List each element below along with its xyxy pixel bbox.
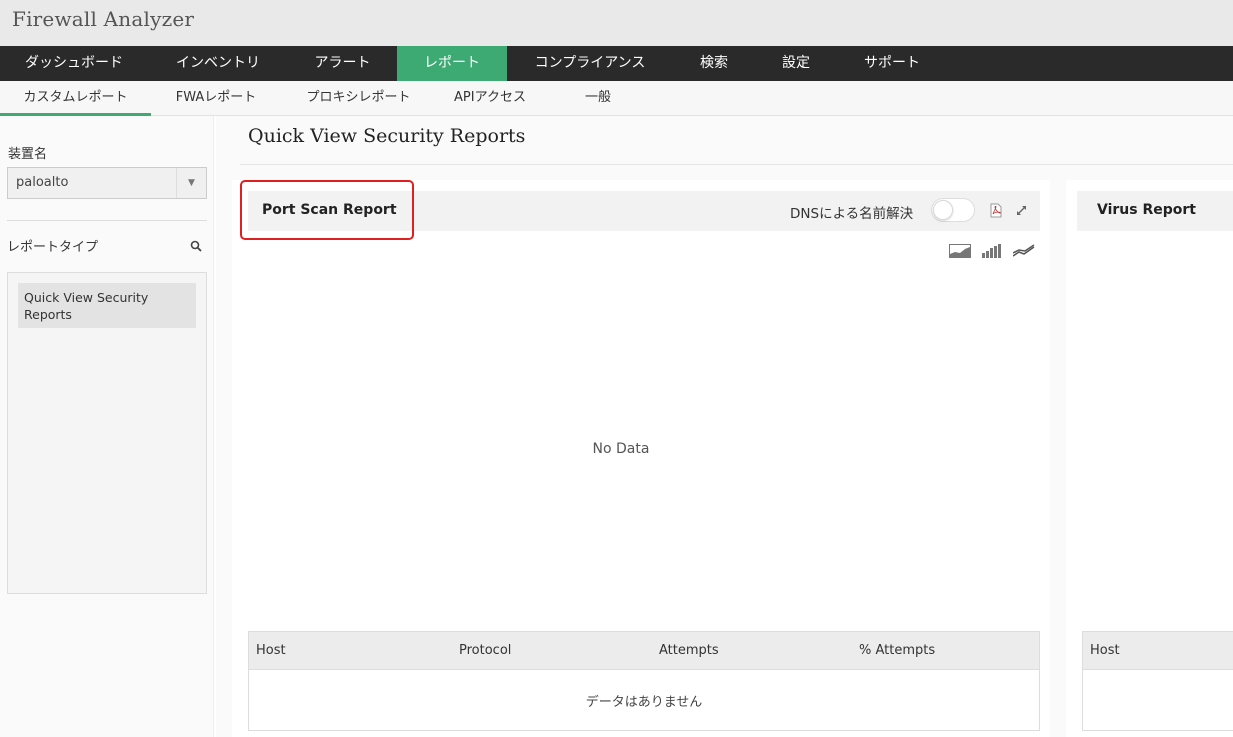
no-data-text: No Data <box>592 441 650 457</box>
column-protocol[interactable]: Protocol <box>459 643 511 658</box>
nav-search[interactable]: 検索 <box>673 46 755 81</box>
nav-settings[interactable]: 設定 <box>755 46 837 81</box>
area-chart-icon[interactable] <box>949 244 971 258</box>
table-header: Host Protocol Attempts % Attempts <box>249 632 1039 670</box>
nav-dashboard[interactable]: ダッシュボード <box>0 46 148 81</box>
search-icon[interactable] <box>190 240 202 252</box>
device-select-value: paloalto <box>16 175 69 190</box>
highlight-box <box>240 180 414 240</box>
divider <box>240 164 1233 165</box>
main-content: Quick View Security Reports Port Scan Re… <box>216 116 1233 737</box>
column-host[interactable]: Host <box>1090 643 1120 658</box>
toggle-knob <box>933 200 953 220</box>
report-list-item[interactable]: Quick View Security Reports <box>18 283 196 328</box>
line-chart-icon[interactable] <box>1013 244 1035 258</box>
subnav-general[interactable]: 一般 <box>544 81 652 116</box>
nav-alerts[interactable]: アラート <box>288 46 397 81</box>
port-scan-table: Host Protocol Attempts % Attempts データはあり… <box>248 631 1040 731</box>
device-label: 装置名 <box>8 147 48 162</box>
device-select[interactable]: paloalto ▼ <box>7 167 207 199</box>
nav-compliance[interactable]: コンプライアンス <box>507 46 673 81</box>
nav-reports[interactable]: レポート <box>397 46 507 81</box>
column-host[interactable]: Host <box>256 643 286 658</box>
pdf-icon[interactable] <box>990 203 1002 218</box>
expand-icon[interactable] <box>1016 205 1027 216</box>
nav-inventory[interactable]: インベントリ <box>148 46 288 81</box>
table-header: Host <box>1083 632 1233 670</box>
main-nav: ダッシュボード インベントリ アラート レポート コンプライアンス 検索 設定 … <box>0 46 1233 81</box>
chevron-down-icon[interactable]: ▼ <box>176 168 206 198</box>
report-type-label: レポートタイプ <box>7 240 99 255</box>
app-title: Firewall Analyzer <box>12 7 195 31</box>
nav-support[interactable]: サポート <box>837 46 947 81</box>
dns-toggle[interactable] <box>931 198 975 222</box>
sidebar: 装置名 paloalto ▼ レポートタイプ Quick View Securi… <box>0 116 214 737</box>
divider <box>7 220 207 221</box>
sub-nav: カスタムレポート FWAレポート プロキシレポート APIアクセス 一般 <box>0 81 1233 116</box>
column-percent-attempts[interactable]: % Attempts <box>859 643 935 658</box>
report-list: Quick View Security Reports <box>7 272 207 594</box>
empty-table-text: データはありません <box>585 695 703 710</box>
column-attempts[interactable]: Attempts <box>659 643 719 658</box>
panel-header: Virus Report <box>1077 191 1233 231</box>
port-scan-panel: Port Scan Report DNSによる名前解決 No Data Host… <box>232 180 1050 737</box>
app-header: Firewall Analyzer <box>0 0 1233 46</box>
bar-chart-icon[interactable] <box>982 244 1002 258</box>
dns-toggle-label: DNSによる名前解決 <box>790 206 914 222</box>
virus-panel: Virus Report Host <box>1066 180 1233 737</box>
subnav-fwa-reports[interactable]: FWAレポート <box>151 81 281 116</box>
page-title: Quick View Security Reports <box>248 125 526 147</box>
subnav-api-access[interactable]: APIアクセス <box>436 81 544 116</box>
subnav-custom-reports[interactable]: カスタムレポート <box>0 81 151 116</box>
virus-table: Host <box>1082 631 1233 731</box>
subnav-proxy-reports[interactable]: プロキシレポート <box>281 81 436 116</box>
panel-title: Virus Report <box>1097 202 1196 218</box>
